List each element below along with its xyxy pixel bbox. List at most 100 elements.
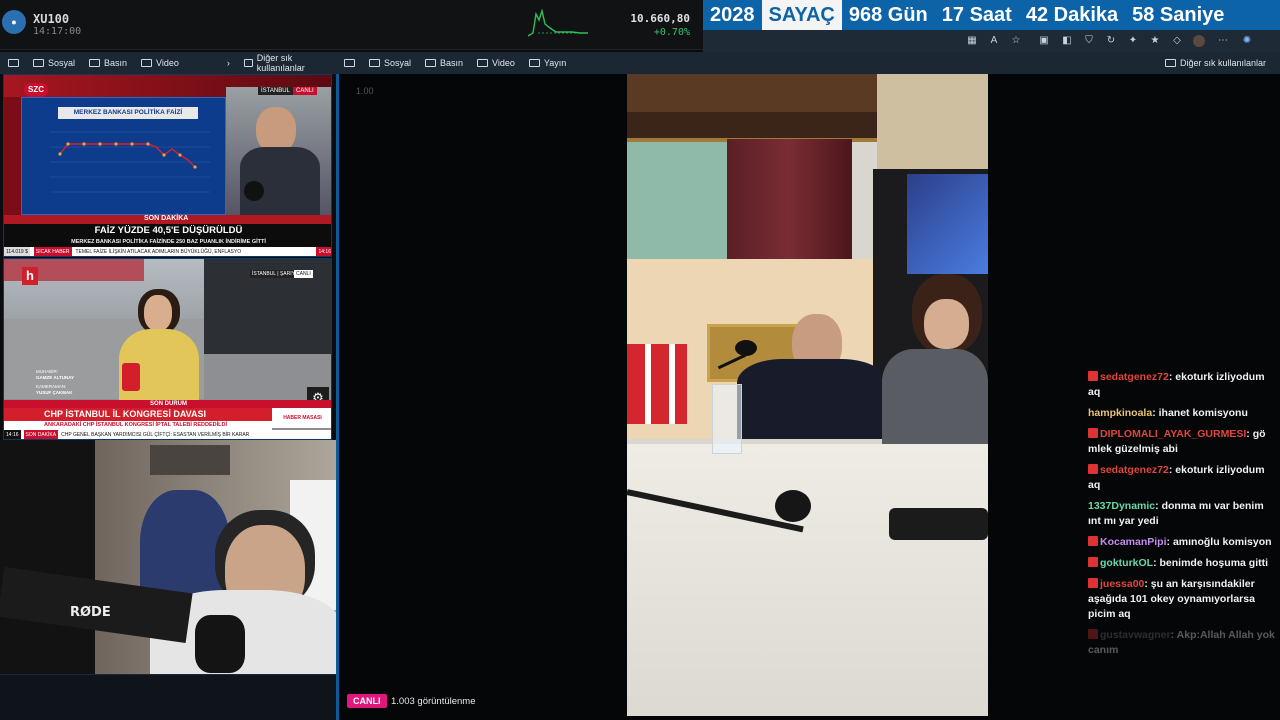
shield-icon[interactable]: ⛉ (1083, 35, 1095, 47)
folder-icon (243, 59, 253, 67)
rate-chart-panel: MERKEZ BANKASI POLİTİKA FAİZİ (21, 97, 226, 215)
chat-username[interactable]: 1337Dynamic (1088, 500, 1155, 512)
bottom-left-panel (0, 674, 336, 720)
browser-toolbar: ▦ A ☆ ▣ ◧ ⛉ ↻ ✦ ★ ◇ ⋯ ✺ (703, 30, 1280, 52)
table (627, 444, 988, 716)
bookmark-basin[interactable]: Basın (89, 58, 127, 68)
folder-icon (1164, 59, 1176, 67)
countdown-label: SAYAÇ (761, 0, 842, 30)
ticker-time: 14:16 (316, 247, 331, 256)
copilot-icon[interactable]: ✺ (1241, 35, 1253, 47)
water-bottle (712, 384, 742, 454)
chart-title: MERKEZ BANKASI POLİTİKA FAİZİ (58, 107, 198, 119)
folder-icon (89, 59, 101, 67)
chat-message: KocamanPipi: amınoğlu komisyon (1088, 535, 1278, 550)
more-menu-icon[interactable]: ⋯ (1217, 35, 1229, 47)
playback-speed: 1.00 (356, 86, 374, 96)
breaking-label: SON DAKİKA (23, 430, 59, 439)
news-stream-2[interactable]: h İSTANBUL | ŞARIYER CANLI MUHABİR: GAMZE… (3, 258, 332, 440)
countdown-year: 2028 (710, 3, 755, 26)
extension-2-icon[interactable]: ◧ (1061, 35, 1073, 47)
refresh-extension-icon[interactable]: ↻ (1105, 35, 1117, 47)
ticker-value: 10.660,80 (630, 12, 690, 25)
mic-brand-logo: RØDE (70, 605, 111, 620)
woman-in-blazer (882, 349, 988, 459)
rate-line-chart (50, 131, 210, 193)
chat-username[interactable]: gustavwagner (1100, 629, 1171, 641)
bookmark-video[interactable]: Video (141, 58, 179, 68)
chevron-right-icon[interactable]: › (227, 58, 230, 68)
flags (627, 344, 687, 424)
countdown-days: 968 Gün (848, 3, 928, 26)
news-ticker-text: TEMEL FAİZE İLİŞKİN ATILACAK ADIMLARIN B… (75, 249, 242, 255)
profile-avatar-icon[interactable] (1193, 35, 1205, 47)
browser-essentials-icon[interactable]: ◇ (1171, 35, 1183, 47)
chat-username[interactable]: gokturkOL (1100, 557, 1153, 569)
chat-message: sedatgenez72: ekoturk izliyodum aq (1088, 464, 1265, 491)
credits: MUHABİR: GAMZE ALTUNAY KAMERAMAN: YUSUF ÇA… (36, 369, 75, 395)
puzzle-icon[interactable]: ✦ (1127, 35, 1139, 47)
bookmark-sosyal[interactable]: Sosyal (33, 58, 75, 68)
chat-badge-icon (1088, 464, 1098, 474)
view-count: 1.003 görüntülenme (391, 696, 476, 707)
chat-message: gokturkOL: benimde hoşuma gitti (1088, 556, 1278, 571)
headline: CHP İSTANBUL İL KONGRESİ DAVASI (4, 408, 272, 421)
countdown-seconds: 58 Saniye (1132, 3, 1225, 26)
stock-ticker: ● XU100 14:17:00 10.660,80 +0.70% (0, 0, 703, 50)
live-badge: CANLI (347, 694, 387, 708)
app-grid-icon[interactable]: ▦ (966, 35, 978, 47)
chat-username[interactable]: KocamanPipi (1100, 536, 1167, 548)
chat-message: juessa00: şu an karşısındakiler aşağıda … (1088, 578, 1255, 620)
tab-actions-icon[interactable] (344, 59, 355, 67)
countdown-bar: 2028 SAYAÇ 968 Gün 17 Saat 42 Dakika 58 … (703, 0, 1280, 30)
phone (889, 508, 988, 540)
live-badge: CANLI (293, 87, 317, 95)
read-aloud-icon[interactable]: A (988, 35, 1000, 47)
live-badge: CANLI (294, 270, 313, 278)
channel-logo: h (22, 267, 38, 285)
ticker-symbol: XU100 (33, 12, 70, 26)
chat-overlay: sedatgenez72: ekoturk izliyodum aq hampki… (1088, 370, 1278, 715)
favorite-star-icon[interactable]: ☆ (1010, 35, 1022, 47)
bookmark-other[interactable]: Diğer sık kullanılanlar (243, 53, 322, 73)
folder-icon (369, 59, 380, 67)
folder-icon (425, 59, 437, 67)
tab-actions-icon[interactable] (8, 59, 19, 67)
ticker-logo-icon: ● (2, 10, 26, 34)
chat-message: sedatgenez72: ekoturk izliyodum aq (1088, 371, 1265, 398)
chat-badge-icon (1088, 578, 1098, 588)
chat-badge-icon (1088, 428, 1098, 438)
favorites-icon[interactable]: ★ (1149, 35, 1161, 47)
chat-username[interactable]: sedatgenez72 (1100, 371, 1169, 383)
ticker-change: +0.70% (653, 27, 690, 38)
ticker-time: 14:17:00 (33, 26, 82, 37)
bookmark-other[interactable]: Diğer sık kullanılanlar (1164, 58, 1266, 68)
chat-text: amınoğlu komisyon (1172, 536, 1272, 548)
folder-icon (141, 59, 153, 67)
chat-badge-icon (1088, 629, 1098, 639)
streamer-webcam: RØDE (0, 440, 382, 674)
vertical-video-frame[interactable] (627, 74, 988, 716)
chat-message: hampkinoala: ihanet komisyonu (1088, 407, 1248, 419)
breaking-label: SON DAKİKA (144, 215, 189, 222)
chat-username[interactable]: hampkinoala (1088, 407, 1152, 419)
ticker-time: 14:16 (4, 430, 21, 439)
bookmark-video[interactable]: Video (477, 58, 515, 68)
bookmark-sosyal[interactable]: Sosyal (369, 58, 411, 68)
chat-username[interactable]: juessa00 (1100, 578, 1144, 590)
extension-icon[interactable]: ▣ (1038, 35, 1050, 47)
bookmark-basin[interactable]: Basın (425, 58, 463, 68)
chat-text: benimde hoşuma gitti (1159, 557, 1269, 569)
hot-news-label: SICAK HABER (33, 247, 72, 256)
chat-username[interactable]: DIPLOMALI_AYAK_GURMESI (1100, 428, 1246, 440)
ticker-sparkline (528, 8, 588, 37)
bookmark-yayin[interactable]: Yayın (528, 58, 566, 68)
countdown-hours: 17 Saat (941, 3, 1012, 26)
chat-badge-icon (1088, 557, 1098, 567)
chat-username[interactable]: sedatgenez72 (1100, 464, 1169, 476)
bookmarks-bar-right: Sosyal Basın Video Yayın Diğer sık kulla… (336, 52, 1280, 74)
subheadline: MERKEZ BANKASI POLİTİKA FAİZİNDE 250 BAZ… (4, 238, 331, 247)
countdown-minutes: 42 Dakika (1025, 3, 1119, 26)
chat-badge-icon (1088, 536, 1098, 546)
news-stream-1[interactable]: SZC MERKEZ BANKASI POLİTİKA FAİZİ İSTANB… (3, 74, 332, 257)
